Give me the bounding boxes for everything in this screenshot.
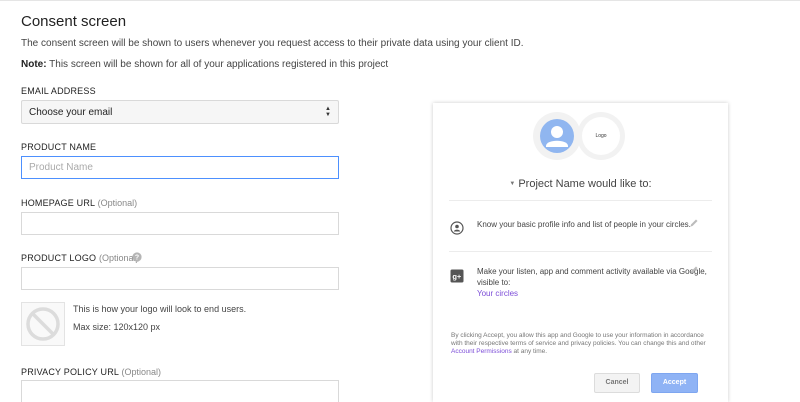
top-divider xyxy=(0,0,800,1)
avatar-background xyxy=(540,119,574,153)
caret-down-icon: ▼ xyxy=(509,181,516,187)
legal-text-part-2: at any time. xyxy=(511,348,548,355)
legal-text-part-1: By clicking Accept, you allow this app a… xyxy=(451,332,706,347)
page-title: Consent screen xyxy=(21,13,127,30)
product-logo-label: PRODUCT LOGO (Optional) xyxy=(21,253,138,263)
logo-preview-box xyxy=(21,302,65,346)
email-select-value: Choose your email xyxy=(29,107,113,118)
user-avatar xyxy=(533,112,581,160)
cancel-button[interactable]: Cancel xyxy=(594,373,640,393)
preview-heading: ▼ Project Name would like to: xyxy=(433,178,728,190)
divider xyxy=(449,251,712,252)
accept-button[interactable]: Accept xyxy=(651,373,698,393)
person-icon xyxy=(546,126,568,147)
logo-max-size: Max size: 120x120 px xyxy=(73,322,161,332)
pencil-icon[interactable] xyxy=(689,265,699,275)
privacy-policy-optional: (Optional) xyxy=(121,367,162,377)
privacy-policy-label-text: PRIVACY POLICY URL xyxy=(21,367,119,377)
homepage-url-label: HOMEPAGE URL (Optional) xyxy=(21,198,137,208)
homepage-url-input[interactable] xyxy=(21,212,339,235)
consent-preview-card: Logo ▼ Project Name would like to: Know y… xyxy=(433,103,728,402)
profile-icon xyxy=(450,221,464,235)
help-circle-icon[interactable]: ? xyxy=(132,252,142,262)
svg-text:g+: g+ xyxy=(452,272,462,281)
privacy-policy-url-label: PRIVACY POLICY URL (Optional) xyxy=(21,367,161,377)
page-note: Note: This screen will be shown for all … xyxy=(21,59,388,70)
page-description: The consent screen will be shown to user… xyxy=(21,38,524,49)
product-name-input[interactable] xyxy=(21,156,339,179)
select-arrows-icon: ▲ ▼ xyxy=(325,106,331,118)
google-plus-icon: g+ xyxy=(450,269,464,283)
note-text: This screen will be shown for all of you… xyxy=(46,59,389,70)
divider xyxy=(449,200,712,201)
permission-profile-text: Know your basic profile info and list of… xyxy=(477,220,691,229)
note-label: Note: xyxy=(21,59,47,70)
privacy-policy-url-input[interactable] xyxy=(21,380,339,402)
account-permissions-link[interactable]: Account Permissions xyxy=(451,348,512,355)
email-select[interactable]: Choose your email ▲ ▼ xyxy=(21,100,339,124)
svg-text:?: ? xyxy=(135,255,139,262)
homepage-url-optional: (Optional) xyxy=(97,198,138,208)
legal-text: By clicking Accept, you allow this app a… xyxy=(451,332,715,356)
consent-screen-page: Consent screen The consent screen will b… xyxy=(0,0,800,402)
logo-preview-text: This is how your logo will look to end u… xyxy=(73,304,247,314)
email-address-label: EMAIL ADDRESS xyxy=(21,86,96,96)
product-name-label: PRODUCT NAME xyxy=(21,142,97,152)
preview-heading-text: Project Name would like to: xyxy=(518,178,652,190)
homepage-url-label-text: HOMEPAGE URL xyxy=(21,198,95,208)
pencil-icon[interactable] xyxy=(689,218,699,228)
app-logo-text: Logo xyxy=(582,117,620,155)
permission-activity-text: Make your listen, app and comment activi… xyxy=(477,267,707,287)
product-logo-label-text: PRODUCT LOGO xyxy=(21,253,97,263)
product-logo-input[interactable] xyxy=(21,267,339,290)
app-logo-placeholder: Logo xyxy=(577,112,625,160)
no-image-icon xyxy=(26,307,60,341)
your-circles-link[interactable]: Your circles xyxy=(477,288,707,299)
